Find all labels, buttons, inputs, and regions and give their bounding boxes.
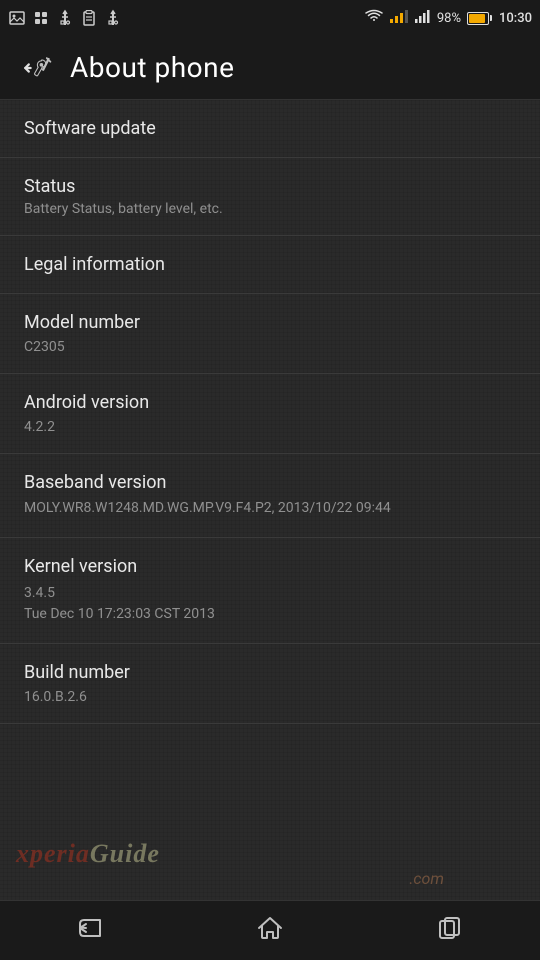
- wifi-icon: [365, 9, 383, 27]
- watermark-brand: xperiaGuide: [16, 836, 160, 869]
- mobile-signal-icon: [415, 9, 431, 27]
- home-button[interactable]: [230, 906, 310, 956]
- back-nav-icon: [76, 916, 104, 946]
- signal-indicator: [389, 9, 409, 27]
- settings-list: Software update Status Battery Status, b…: [0, 100, 540, 900]
- status-bar: 98% 10:30: [0, 0, 540, 36]
- build-number-item[interactable]: Build number 16.0.B.2.6: [0, 644, 540, 724]
- usb2-icon: [104, 9, 122, 27]
- watermark-tld: .com: [16, 869, 524, 888]
- header: About phone: [0, 36, 540, 100]
- image-icon: [8, 9, 26, 27]
- bottom-navigation: [0, 900, 540, 960]
- status-title: Status: [24, 176, 516, 197]
- baseband-version-title: Baseband version: [24, 472, 516, 493]
- software-update-item[interactable]: Software update: [0, 100, 540, 158]
- software-update-title: Software update: [24, 118, 516, 139]
- recents-icon: [437, 915, 463, 947]
- status-item[interactable]: Status Battery Status, battery level, et…: [0, 158, 540, 236]
- android-version-item[interactable]: Android version 4.2.2: [0, 374, 540, 454]
- bb-icon: [32, 9, 50, 27]
- status-icons-right: 98% 10:30: [365, 9, 532, 27]
- page-title: About phone: [70, 51, 234, 84]
- kernel-version-title: Kernel version: [24, 556, 516, 577]
- baseband-version-value: MOLY.WR8.W1248.MD.WG.MP.V9.F4.P2, 2013/1…: [24, 499, 516, 519]
- legal-information-title: Legal information: [24, 254, 516, 275]
- legal-information-item[interactable]: Legal information: [0, 236, 540, 294]
- home-icon: [257, 915, 283, 947]
- usb-icon: [56, 9, 74, 27]
- recents-button[interactable]: [410, 906, 490, 956]
- battery-icon: [467, 12, 489, 25]
- build-number-value: 16.0.B.2.6: [24, 689, 516, 705]
- model-number-item[interactable]: Model number C2305: [0, 294, 540, 374]
- kernel-version-value: 3.4.5 Tue Dec 10 17:23:03 CST 2013: [24, 583, 516, 625]
- baseband-version-item[interactable]: Baseband version MOLY.WR8.W1248.MD.WG.MP…: [0, 454, 540, 538]
- android-version-value: 4.2.2: [24, 419, 516, 435]
- back-button[interactable]: [50, 906, 130, 956]
- kernel-version-item[interactable]: Kernel version 3.4.5 Tue Dec 10 17:23:03…: [0, 538, 540, 644]
- battery-percent: 98%: [437, 11, 461, 26]
- build-number-title: Build number: [24, 662, 516, 683]
- model-number-value: C2305: [24, 339, 516, 355]
- model-number-title: Model number: [24, 312, 516, 333]
- status-subtitle: Battery Status, battery level, etc.: [24, 201, 516, 217]
- android-version-title: Android version: [24, 392, 516, 413]
- clock: 10:30: [499, 11, 532, 26]
- task-icon: [80, 9, 98, 27]
- status-icons-left: [8, 9, 122, 27]
- back-wrench-icon[interactable]: [16, 48, 56, 88]
- watermark: xperiaGuide .com: [0, 832, 540, 892]
